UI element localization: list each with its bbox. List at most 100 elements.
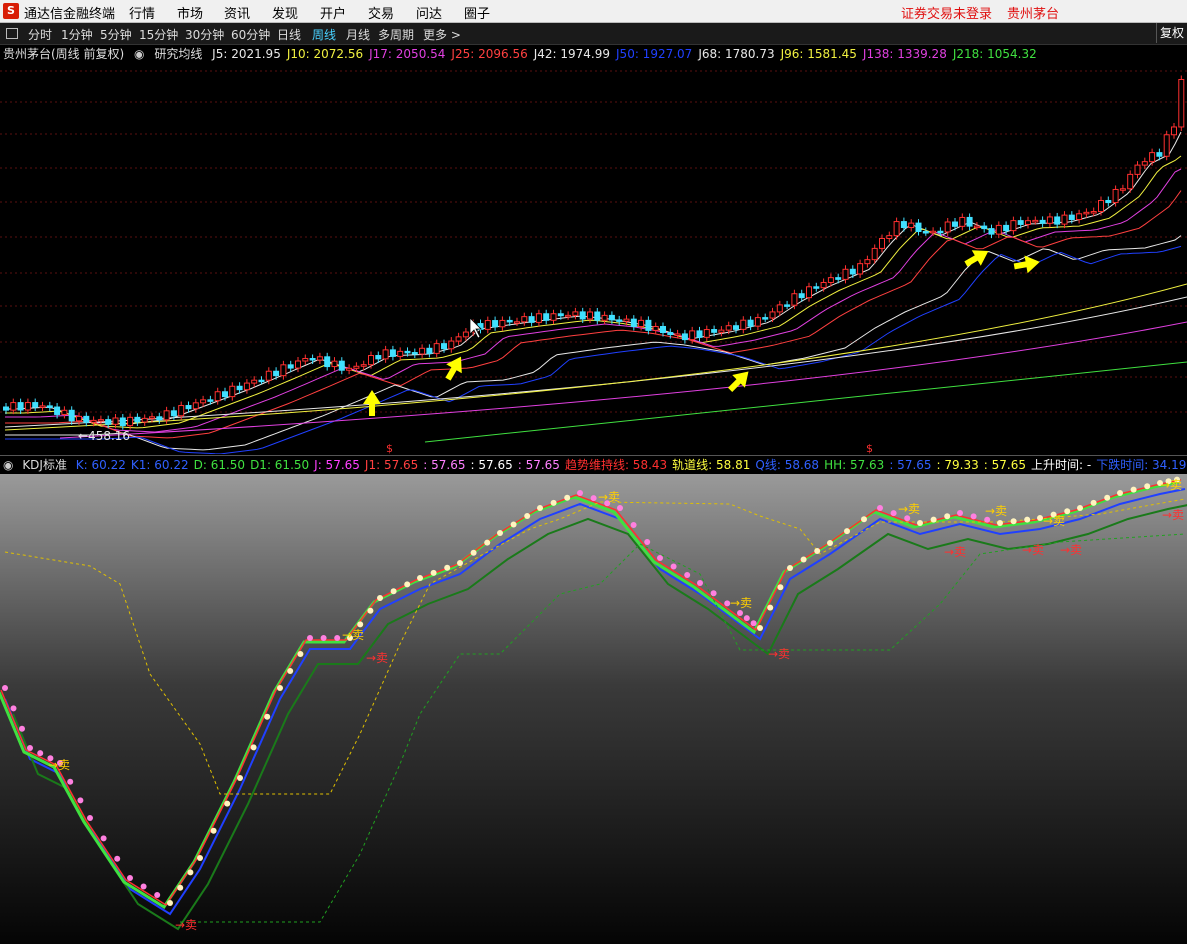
candle-body [864, 259, 871, 265]
candle-body [616, 319, 623, 322]
menu-item-discover[interactable]: 发现 [272, 3, 298, 22]
ma-legend-item: J5: 2021.95 [212, 47, 281, 61]
kdj-signal-dot [827, 540, 833, 546]
ma-legend-item: J50: 1927.07 [616, 47, 693, 61]
kdj-signal-dot [154, 892, 161, 898]
indicator-dropdown-icon[interactable]: ◉ [134, 47, 144, 61]
login-status-link[interactable]: 证券交易未登录 [901, 3, 992, 22]
candle-body [368, 355, 374, 366]
candle-body [776, 304, 783, 313]
candle-body [1025, 220, 1031, 225]
kdj-indicator-chart[interactable]: →卖→卖→卖→卖→卖→卖→卖→卖 →卖→卖→卖 →卖 →卖→卖→卖 [0, 474, 1187, 944]
candle-body [265, 370, 272, 381]
candle-body [1119, 188, 1126, 191]
candle-body [660, 326, 666, 334]
menu-bar: S 通达信金融终端 行情 市场 资讯 发现 开户 交易 问达 圈子 证券交易未登… [0, 0, 1187, 23]
sell-signal-label: →卖 [598, 490, 620, 504]
kdj-signal-dot [737, 610, 743, 616]
menu-item-wenda[interactable]: 问达 [416, 3, 442, 22]
candle-body [740, 319, 747, 330]
candle-body [506, 319, 513, 323]
period-tab-multi[interactable]: 多周期 [378, 26, 414, 43]
candle-body [754, 317, 761, 327]
menu-item-circle[interactable]: 圈子 [464, 3, 490, 22]
candle-body [981, 225, 988, 230]
restore-rights-button[interactable]: 复权 [1156, 23, 1187, 43]
kdj-signal-dot [237, 775, 243, 781]
ma-legend-item: J96: 1581.45 [780, 47, 857, 61]
kdj-signal-dot [997, 520, 1003, 526]
kdj-signal-dot [470, 549, 477, 556]
candle-body [857, 263, 864, 275]
candle-body [849, 268, 856, 275]
kdj-legend-item: 上升时间: - [1030, 458, 1092, 472]
kdj-background [0, 474, 1187, 944]
candlestick-chart[interactable]: ←458.16 $ $ [0, 62, 1187, 454]
candle-body [1090, 211, 1097, 214]
candle-body [900, 221, 907, 229]
candle-body [127, 416, 134, 427]
period-tab-30min[interactable]: 30分钟 [185, 26, 224, 43]
period-tab-1min[interactable]: 1分钟 [61, 26, 93, 43]
candle-body [462, 331, 469, 338]
ma-legend-item: J17: 2050.54 [369, 47, 446, 61]
candle-body [200, 399, 207, 404]
period-tab-more[interactable]: 更多 > [423, 26, 461, 43]
period-tab-60min[interactable]: 60分钟 [231, 26, 270, 43]
candle-body [733, 325, 739, 330]
period-tab-intraday[interactable]: 分时 [28, 26, 52, 43]
kdj-signal-dot [1077, 505, 1083, 511]
candle-body [638, 319, 645, 328]
menu-item-open-account[interactable]: 开户 [320, 3, 346, 22]
candle-body [404, 350, 411, 354]
kdj-signal-dot [377, 595, 383, 601]
kdj-legend-item: K1: 60.22 [130, 458, 189, 472]
candle-body [1068, 214, 1075, 221]
candle-body [207, 399, 214, 402]
candle-body [747, 319, 754, 327]
kdj-signal-dot [1117, 490, 1123, 496]
candle-body [1141, 161, 1148, 166]
period-tab-15min[interactable]: 15分钟 [139, 26, 178, 43]
candle-body [273, 370, 280, 377]
candle-body [24, 402, 31, 411]
period-tab-daily[interactable]: 日线 [277, 26, 301, 43]
candle-body [17, 402, 24, 411]
candle-body [156, 416, 163, 421]
menu-item-trade[interactable]: 交易 [368, 3, 394, 22]
kdj-dropdown-icon[interactable]: ◉ [3, 458, 13, 472]
candle-body [309, 357, 316, 361]
sell-signal-label: →卖 [175, 918, 197, 932]
kdj-signal-dot [127, 875, 133, 881]
panel-toggle-icon[interactable] [6, 28, 18, 39]
candle-body [1156, 152, 1163, 157]
ma-legend-item: J138: 1339.28 [862, 47, 947, 61]
menu-item-quotes[interactable]: 行情 [129, 3, 155, 22]
kdj-signal-dot [167, 900, 173, 906]
kdj-indicator-name[interactable]: KDJ标准 [22, 458, 67, 472]
candle-body [149, 416, 155, 419]
kdj-signal-dot [197, 855, 203, 861]
kdj-signal-dot [814, 548, 821, 554]
candle-body [134, 416, 141, 423]
period-tab-weekly[interactable]: 周线 [312, 26, 336, 43]
candle-body [316, 356, 323, 361]
candle-body [521, 316, 528, 323]
candle-body [331, 360, 338, 368]
candle-body [594, 311, 601, 321]
kdj-signal-dot [577, 490, 583, 496]
kdj-legend-item: K: 60.22 [75, 458, 126, 472]
kdj-legend-item: : 79.33 [936, 458, 979, 472]
ma-legend-item: J218: 1054.32 [952, 47, 1037, 61]
candle-body [258, 379, 265, 383]
period-tab-monthly[interactable]: 月线 [346, 26, 370, 43]
indicator-name[interactable]: 研究均线 [154, 47, 202, 61]
menu-item-market[interactable]: 市场 [177, 3, 203, 22]
candle-body [1046, 216, 1053, 224]
candle-body [630, 318, 637, 328]
candle-body [937, 230, 944, 234]
kdj-signal-dot [19, 725, 25, 732]
menu-item-news[interactable]: 资讯 [224, 3, 250, 22]
period-tab-5min[interactable]: 5分钟 [100, 26, 132, 43]
kdj-signal-dot [287, 668, 294, 674]
